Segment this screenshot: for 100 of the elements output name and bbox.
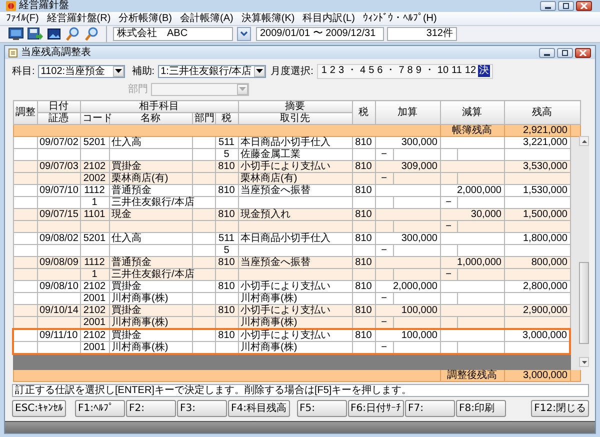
table-row[interactable]: 09/07/15 1101 現金 810 現金預入れ 810 30,000 1,500,000 xyxy=(13,208,580,220)
table-cell: 小切手により支払い xyxy=(238,280,352,292)
function-key-button[interactable]: F4:科目残高 xyxy=(228,400,290,416)
column-header: 摘要 xyxy=(238,100,352,112)
account-dropdown[interactable]: 1102:当座預金 xyxy=(38,64,125,78)
table-row[interactable]: 09/08/09 1112 普通預金 810 当座預金へ振替 810 1,000,000 800,000 xyxy=(13,256,580,268)
table-cell: 2,800,000 xyxy=(504,280,570,292)
minimize-button[interactable] xyxy=(539,48,555,58)
date-range-field[interactable]: 2009/01/01 〜 2009/12/31 xyxy=(256,27,384,41)
month-button[interactable]: 4 xyxy=(359,65,367,77)
close-button[interactable] xyxy=(575,48,591,58)
scrollbar[interactable] xyxy=(579,136,589,367)
table-cell: 1,530,000 xyxy=(504,184,570,196)
table-row[interactable]: 1 三井住友銀行/本店 − xyxy=(13,268,580,280)
table-cell: 309,000 xyxy=(375,160,440,172)
maximize-button[interactable] xyxy=(557,48,573,58)
table-row[interactable]: − xyxy=(13,220,580,232)
table-row[interactable]: 09/11/10 2102 買掛金 810 小切手により支払い 810 100,000 3,000,000 xyxy=(13,329,580,342)
table-cell: 300,000 xyxy=(375,232,440,244)
table-row[interactable]: 5 佐藤金属工業 − xyxy=(13,148,580,160)
table-cell: 09/07/02 xyxy=(37,136,80,148)
month-button[interactable]: 9 xyxy=(414,65,422,77)
maximize-button[interactable] xyxy=(558,1,574,11)
toolbar-button[interactable] xyxy=(8,26,24,42)
closing-balance-label: 調整後残高 xyxy=(440,369,504,381)
function-key-button[interactable]: F1:ﾍﾙﾌﾟ xyxy=(75,400,126,416)
function-key-button[interactable]: F6:日付ｻｰﾁ xyxy=(348,400,404,416)
month-button[interactable]: 決 xyxy=(478,65,490,77)
down-arrow-icon xyxy=(582,360,586,364)
table-cell: 09/07/15 xyxy=(37,208,80,220)
function-key-button[interactable]: F5: xyxy=(296,400,347,416)
toolbar-button[interactable] xyxy=(46,26,62,42)
function-key-button[interactable]: F8:印刷 xyxy=(456,400,506,416)
dropdown-button[interactable] xyxy=(237,27,251,41)
menu-item[interactable]: 会計帳簿(A) xyxy=(176,12,238,25)
table-row[interactable]: 09/08/02 5201 仕入高 511 本日商品小切手仕入 810 300,000 1,800,000 xyxy=(13,232,580,244)
table-cell: 2102 xyxy=(80,329,109,342)
separator-dot: ・ xyxy=(423,65,436,77)
table-cell: 09/07/03 xyxy=(37,160,80,172)
minimize-button[interactable] xyxy=(540,1,556,11)
month-button[interactable]: 7 xyxy=(398,65,406,77)
window-title: 経営羅針盤 xyxy=(19,0,69,12)
month-button[interactable]: 11 xyxy=(450,65,463,77)
table-row[interactable]: 09/07/02 5201 仕入高 511 本日商品小切手仕入 810 300,000 3,221,000 xyxy=(13,136,580,148)
menu-item[interactable]: 分析帳簿(B) xyxy=(114,12,176,25)
close-button[interactable] xyxy=(576,1,592,11)
opening-balance-label: 帳簿残高 xyxy=(440,124,504,136)
column-header: 証憑 xyxy=(37,112,80,124)
table-row[interactable]: 09/07/10 1112 普通預金 810 当座預金へ振替 810 2,000,000 1,530,000 xyxy=(13,184,580,196)
company-field[interactable]: 株式会社 ABC xyxy=(113,27,233,41)
month-button[interactable]: 3 xyxy=(337,65,346,77)
table-row[interactable]: 1 三井住友銀行/本店 − xyxy=(13,196,580,208)
function-key-button[interactable]: F7: xyxy=(405,400,455,416)
table-cell: 買掛金 xyxy=(109,160,192,172)
function-key-button[interactable]: ESC:ｷｬﾝｾﾙ xyxy=(12,400,66,416)
table-cell: 買掛金 xyxy=(109,280,192,292)
month-button[interactable]: 8 xyxy=(406,65,414,77)
close-icon xyxy=(579,50,587,56)
sub-account-dropdown[interactable]: 1:三井住友銀行/本店 xyxy=(158,64,266,78)
maximize-icon xyxy=(561,50,569,56)
caret-icon xyxy=(239,87,246,91)
table-row[interactable]: 09/08/10 2102 買掛金 810 小切手により支払い 810 2,000,000 2,800,000 xyxy=(13,280,580,292)
table-cell: 栗林商店(有) xyxy=(238,172,352,184)
window-title: 当座残高調整表 xyxy=(21,46,91,59)
table-cell: 川村商事(株) xyxy=(109,292,192,304)
table-row[interactable]: 2001 川村商事(株) 川村商事(株) − xyxy=(13,342,580,354)
month-button[interactable]: 2 xyxy=(328,65,336,77)
table-cell: 佐藤金属工業 xyxy=(238,148,352,160)
table-row[interactable]: 5 − xyxy=(13,244,580,256)
table-cell: 09/10/14 xyxy=(37,304,80,316)
menu-item[interactable]: ｳｨﾝﾄﾞｳ・ﾍﾙﾌﾟ(H) xyxy=(358,12,441,25)
menu-item[interactable]: ﾌｧｲﾙ(F) xyxy=(2,12,43,25)
column-header: 取引先 xyxy=(238,112,352,124)
table-row[interactable]: 2002 栗林商店(有) 栗林商店(有) − xyxy=(13,172,580,184)
month-button[interactable]: 10 xyxy=(436,65,450,77)
table-cell: 普通預金 xyxy=(109,256,192,268)
menu-item[interactable]: 科目内訳(L) xyxy=(298,12,359,25)
table-cell: 小切手により支払い xyxy=(238,160,352,172)
table-row[interactable]: 2001 川村商事(株) 川村商事(株) − xyxy=(13,292,580,304)
table-cell: 100,000 xyxy=(375,304,440,316)
table-cell: 現金預入れ xyxy=(238,208,352,220)
monitor-icon xyxy=(8,26,24,42)
table-cell: 1,500,000 xyxy=(504,208,570,220)
function-key-button[interactable]: F3: xyxy=(177,400,228,416)
column-header: 税 xyxy=(352,100,375,124)
menu-item[interactable]: 決算帳簿(K) xyxy=(237,12,299,25)
month-button[interactable]: 1 xyxy=(320,65,328,77)
toolbar-button[interactable] xyxy=(27,26,43,42)
month-button[interactable]: 6 xyxy=(376,65,384,77)
function-key-button[interactable]: F2: xyxy=(126,400,176,416)
month-button[interactable]: 5 xyxy=(368,65,376,77)
month-button[interactable]: 12 xyxy=(464,65,478,77)
menu-item[interactable]: 経営羅針盤(R) xyxy=(42,12,115,25)
separator-dot: ・ xyxy=(346,65,358,77)
record-count-field: 312件 xyxy=(387,27,457,41)
table-row[interactable]: 09/10/14 2102 買掛金 810 小切手により支払い 810 100,000 2,900,000 xyxy=(13,304,580,316)
table-cell: 仕入高 xyxy=(109,136,192,148)
table-row[interactable]: 09/07/03 2102 買掛金 810 小切手により支払い 810 309,000 3,530,000 xyxy=(13,160,580,172)
document-icon xyxy=(8,48,18,58)
function-key-button[interactable]: F12:閉じる xyxy=(531,400,589,416)
